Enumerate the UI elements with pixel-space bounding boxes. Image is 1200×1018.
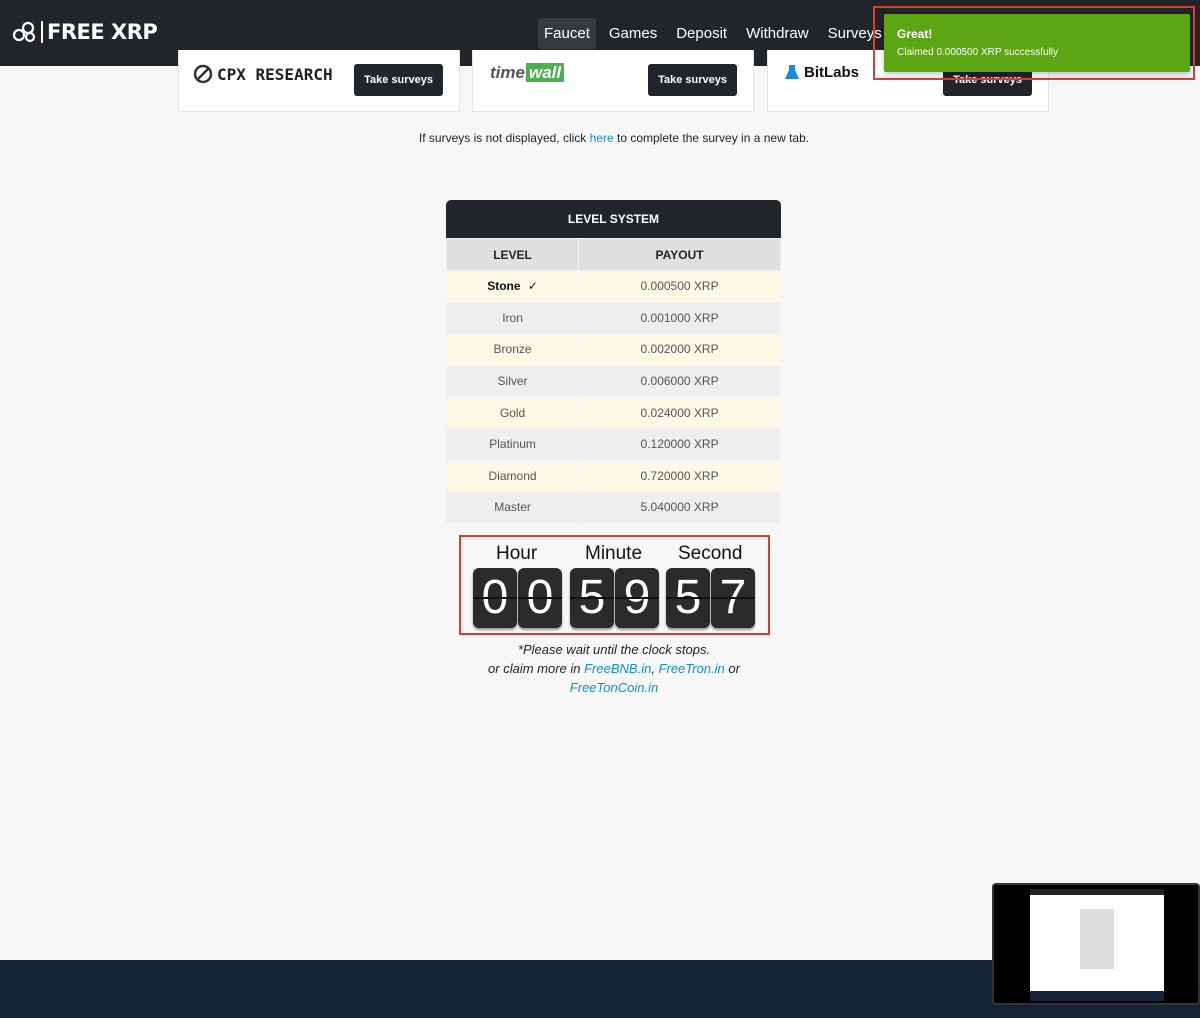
countdown-clock: Hour Minute Second 0 0 5 9 5 7: [459, 535, 770, 635]
brand[interactable]: FREE XRP: [12, 20, 158, 44]
cpx-research-logo: CPX RESEARCH: [193, 64, 333, 84]
second-digit: 7: [711, 568, 755, 628]
level-cell: Bronze: [445, 333, 580, 366]
payout-cell: 0.024000 XRP: [578, 396, 781, 429]
hour-label: Hour: [496, 543, 538, 564]
freebnb-link[interactable]: FreeBNB.in: [584, 661, 651, 676]
level-cell: Silver: [445, 364, 580, 398]
level-cell: Iron: [445, 301, 580, 335]
survey-notice: If surveys is not displayed, click here …: [418, 131, 810, 145]
brand-separator: [41, 21, 43, 43]
check-icon: ✓: [527, 279, 538, 294]
level-system-title: LEVEL SYSTEM: [446, 200, 781, 238]
table-row: Bronze 0.002000 XRP: [445, 333, 781, 366]
screenshot-thumbnail[interactable]: [992, 883, 1200, 1005]
toast-message: Claimed 0.000500 XRP successfully: [897, 47, 1059, 58]
level-cell: Platinum: [445, 427, 580, 461]
payout-column-header: PAYOUT: [578, 238, 781, 271]
table-row: Stone ✓ 0.000500 XRP: [445, 270, 781, 303]
timewall-logo: time wall: [490, 63, 565, 83]
toast-highlight: Great! Claimed 0.000500 XRP successfully: [873, 6, 1195, 80]
second-label: Second: [678, 543, 743, 564]
table-row: Gold 0.024000 XRP: [445, 396, 781, 429]
level-cell: Stone ✓: [445, 270, 580, 303]
payout-cell: 0.001000 XRP: [578, 301, 781, 335]
hour-digit: 0: [473, 568, 517, 628]
level-system: LEVEL SYSTEM LEVEL PAYOUT Stone ✓ 0.0005…: [445, 200, 781, 524]
second-digit: 5: [666, 568, 710, 628]
minute-digit: 9: [615, 568, 659, 628]
xrp-logo-icon: [12, 21, 36, 43]
payout-cell: 5.040000 XRP: [578, 491, 781, 524]
brand-name: FREE XRP: [47, 20, 158, 44]
minute-label: Minute: [585, 543, 643, 564]
take-surveys-button[interactable]: Take surveys: [648, 64, 737, 96]
take-surveys-button[interactable]: Take surveys: [354, 64, 443, 96]
survey-card-timewall: time wall Take surveys: [472, 50, 754, 112]
flask-icon: [785, 65, 799, 79]
toast-title: Great!: [897, 27, 933, 41]
payout-cell: 0.120000 XRP: [578, 427, 781, 461]
success-toast[interactable]: Great! Claimed 0.000500 XRP successfully: [884, 14, 1190, 72]
hour-digit: 0: [518, 568, 562, 628]
table-row: Diamond 0.720000 XRP: [445, 459, 781, 493]
payout-cell: 0.720000 XRP: [578, 459, 781, 493]
level-cell: Diamond: [445, 459, 580, 493]
here-link[interactable]: here: [590, 131, 614, 145]
cpx-logo-icon: [193, 64, 213, 84]
level-column-header: LEVEL: [445, 238, 580, 271]
table-row: Iron 0.001000 XRP: [445, 301, 781, 335]
table-row: Platinum 0.120000 XRP: [445, 427, 781, 461]
payout-cell: 0.002000 XRP: [578, 333, 781, 366]
minute-digit: 5: [570, 568, 614, 628]
level-cell: Master: [445, 491, 580, 524]
payout-cell: 0.000500 XRP: [578, 270, 781, 303]
survey-card-cpx: CPX RESEARCH Take surveys: [178, 50, 460, 112]
payout-cell: 0.006000 XRP: [578, 364, 781, 398]
wait-message: *Please wait until the clock stops. or c…: [488, 642, 740, 695]
thumbnail-screen: [1030, 889, 1164, 1001]
level-cell: Gold: [445, 396, 580, 429]
bitlabs-logo: BitLabs: [784, 64, 859, 81]
table-row: Master 5.040000 XRP: [445, 491, 781, 524]
freetoncoin-link[interactable]: FreeTonCoin.in: [570, 680, 658, 695]
freetron-link[interactable]: FreeTron.in: [659, 661, 725, 676]
table-row: Silver 0.006000 XRP: [445, 364, 781, 398]
level-table: LEVEL PAYOUT Stone ✓ 0.000500 XRP Iron 0…: [445, 238, 781, 524]
